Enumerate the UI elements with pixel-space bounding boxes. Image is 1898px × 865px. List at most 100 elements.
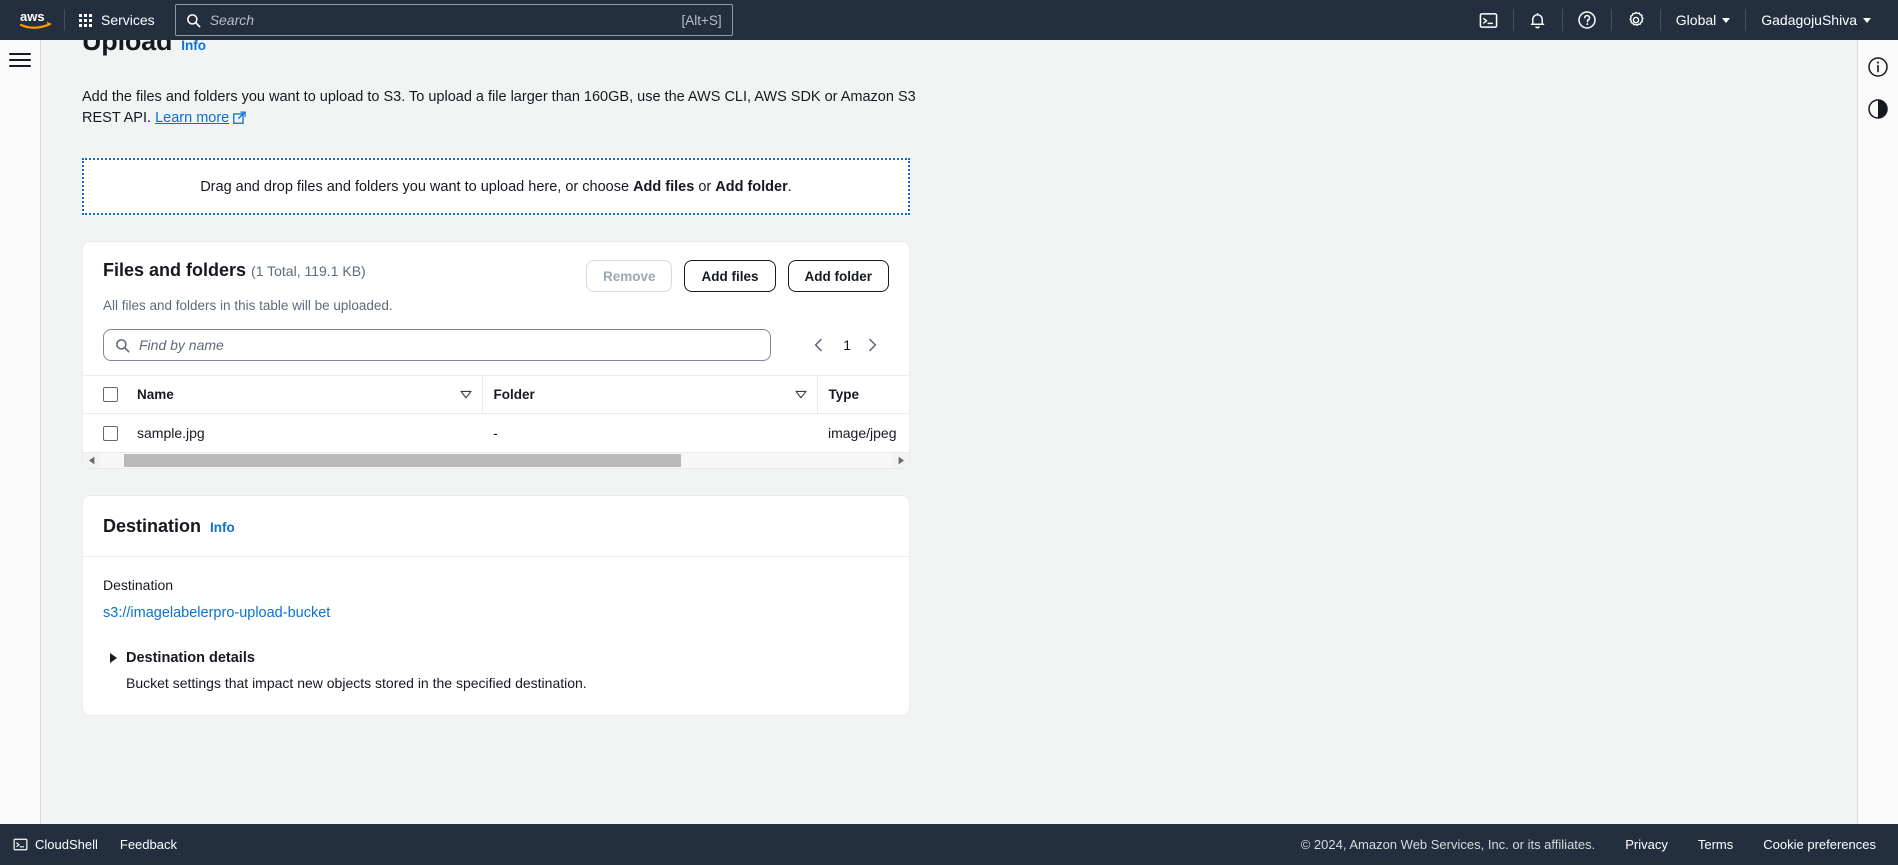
next-page-button[interactable]	[867, 338, 881, 352]
select-all-checkbox[interactable]	[103, 387, 118, 403]
files-card-header: Files and folders (1 Total, 119.1 KB) Rem…	[83, 242, 909, 293]
footer-feedback-button[interactable]: Feedback	[120, 837, 177, 852]
region-label: Global	[1675, 12, 1717, 28]
sort-caret-icon	[459, 387, 472, 402]
add-files-button[interactable]: Add files	[684, 260, 776, 293]
row-select-cell	[83, 413, 137, 454]
dropzone-text-middle: or	[694, 178, 716, 195]
help-button[interactable]	[1565, 0, 1609, 40]
files-card-count: (1 Total, 119.1 KB)	[251, 263, 366, 280]
info-panel-button[interactable]	[1865, 54, 1891, 80]
nav-divider	[1512, 9, 1514, 31]
scrollbar-thumb[interactable]	[124, 454, 681, 468]
cloudshell-icon	[1479, 12, 1498, 28]
page-info-link[interactable]: Info	[181, 40, 206, 53]
nav-divider	[1745, 9, 1747, 31]
footer-terms-link[interactable]: Terms	[1698, 837, 1733, 852]
row-checkbox[interactable]	[103, 425, 118, 441]
account-menu[interactable]: GadagojuShiva	[1748, 0, 1884, 40]
add-folder-button[interactable]: Add folder	[787, 260, 889, 293]
destination-details-expander[interactable]: Destination details	[103, 650, 889, 666]
files-card-actions: Remove Add files Add folder	[585, 260, 889, 293]
destination-bucket-link[interactable]: s3://imagelabelerpro-upload-bucket	[103, 605, 330, 621]
dropzone-text: Drag and drop files and folders you want…	[200, 179, 792, 195]
main-content-area: Upload Info Add the files and folders yo…	[41, 40, 1857, 824]
files-card-title: Files and folders	[103, 260, 247, 281]
destination-title: Destination	[103, 516, 202, 537]
table-row[interactable]: sample.jpg - image/jpeg	[83, 413, 909, 454]
left-navigation-rail	[0, 40, 41, 824]
top-nav-right-group: Global GadagojuShiva	[1467, 0, 1898, 40]
destination-header: Destination Info	[83, 496, 909, 558]
chevron-left-icon	[815, 338, 823, 352]
cloudshell-icon	[13, 838, 28, 851]
chevron-right-icon	[110, 653, 117, 664]
destination-details-subtitle: Bucket settings that impact new objects …	[126, 675, 587, 692]
account-label: GadagojuShiva	[1761, 12, 1857, 28]
page-title: Upload	[82, 40, 173, 56]
region-selector[interactable]: Global	[1663, 0, 1743, 40]
destination-body: Destination s3://imagelabelerpro-upload-…	[83, 557, 909, 715]
page-description: Add the files and folders you want to up…	[82, 87, 927, 131]
chevron-down-icon	[1722, 17, 1731, 23]
column-label-name: Name	[137, 387, 174, 403]
cloudshell-button[interactable]	[1467, 0, 1511, 40]
search-icon	[186, 13, 201, 27]
search-icon	[116, 338, 130, 353]
destination-details-title: Destination details	[126, 650, 255, 667]
table-header-row: Name Folder Type	[83, 375, 909, 415]
table-pagination: 1	[813, 337, 889, 353]
footer-right-group: © 2024, Amazon Web Services, Inc. or its…	[1301, 837, 1898, 852]
gear-icon	[1629, 11, 1644, 27]
table-horizontal-scrollbar[interactable]	[83, 453, 909, 469]
footer-privacy-link[interactable]: Privacy	[1625, 837, 1668, 852]
nav-divider	[1659, 9, 1661, 31]
footer-bar: CloudShell Feedback © 2024, Amazon Web S…	[0, 824, 1898, 865]
remove-button[interactable]: Remove	[585, 260, 673, 293]
search-shortcut: [Alt+S]	[681, 12, 722, 28]
page-number[interactable]: 1	[843, 337, 851, 353]
chevron-right-icon	[869, 338, 877, 352]
find-placeholder: Find by name	[139, 337, 224, 354]
info-circle-icon	[1868, 57, 1888, 77]
svg-text:aws: aws	[20, 9, 45, 24]
notifications-button[interactable]	[1516, 0, 1560, 40]
destination-info-link[interactable]: Info	[210, 520, 235, 535]
files-card-subtitle: All files and folders in this table will…	[103, 298, 393, 314]
file-dropzone[interactable]: Drag and drop files and folders you want…	[82, 158, 910, 216]
dropzone-text-before: Drag and drop files and folders you want…	[200, 178, 634, 195]
services-menu-button[interactable]: Services	[67, 0, 167, 40]
files-and-folders-card: Files and folders (1 Total, 119.1 KB) Rem…	[82, 241, 910, 470]
top-navigation-bar: aws Services Search [Alt+S] Global Gadag…	[0, 0, 1898, 40]
footer-cookie-preferences-link[interactable]: Cookie preferences	[1763, 837, 1876, 852]
scrollbar-track[interactable]	[100, 453, 892, 469]
sort-caret-icon	[794, 387, 807, 402]
nav-divider	[64, 9, 65, 31]
footer-left-group: CloudShell Feedback	[0, 837, 177, 852]
footer-copyright: © 2024, Amazon Web Services, Inc. or its…	[1300, 837, 1596, 852]
cell-folder: -	[482, 413, 817, 454]
settings-button[interactable]	[1614, 0, 1658, 40]
search-placeholder: Search	[209, 12, 255, 28]
scroll-right-arrow[interactable]	[892, 453, 909, 468]
column-header-folder[interactable]: Folder	[481, 375, 817, 415]
appearance-toggle-button[interactable]	[1865, 96, 1891, 122]
scroll-left-arrow[interactable]	[83, 453, 100, 468]
footer-cloudshell-label: CloudShell	[35, 837, 98, 852]
aws-logo[interactable]: aws	[10, 9, 62, 31]
find-by-name-input[interactable]: Find by name	[103, 329, 771, 362]
menu-toggle-button[interactable]	[9, 53, 31, 67]
dropzone-add-folder-emphasis: Add folder	[715, 178, 788, 195]
previous-page-button[interactable]	[813, 338, 827, 352]
column-header-name[interactable]: Name	[137, 375, 482, 415]
chevron-down-icon	[1863, 17, 1871, 23]
column-label-type: Type	[828, 387, 860, 403]
learn-more-link[interactable]: Learn more	[155, 110, 229, 126]
hamburger-menu-icon	[9, 53, 31, 55]
external-link-icon	[233, 110, 246, 131]
footer-cloudshell-button[interactable]: CloudShell	[13, 837, 98, 852]
column-header-type[interactable]: Type	[816, 375, 909, 415]
global-search-input[interactable]: Search [Alt+S]	[174, 4, 733, 36]
upload-page-content: Upload Info Add the files and folders yo…	[41, 40, 1101, 717]
column-label-folder: Folder	[493, 387, 535, 403]
